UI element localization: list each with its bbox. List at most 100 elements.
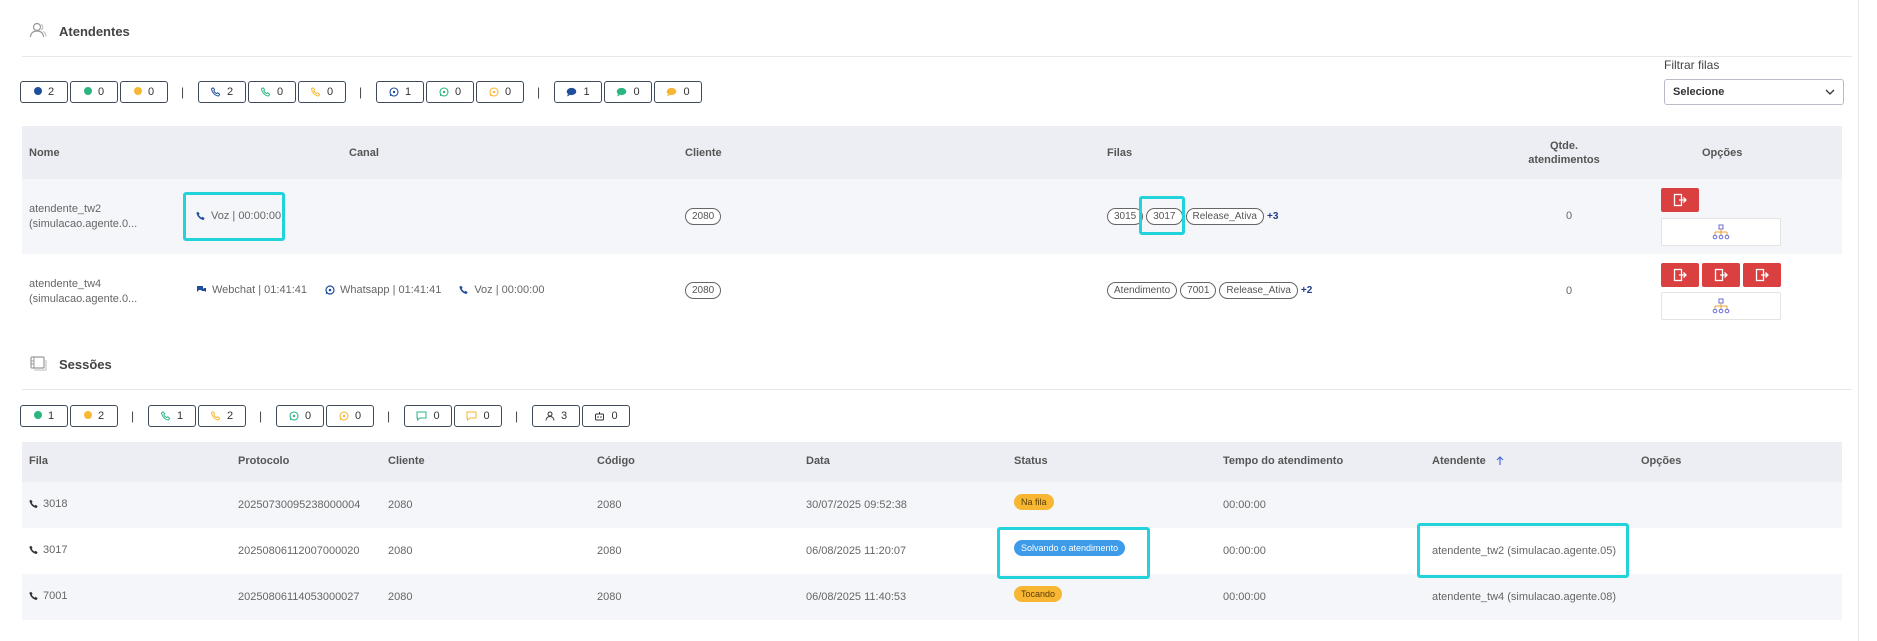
- status-chip-count: 0: [97, 86, 105, 98]
- status-chip-count: 1: [583, 86, 590, 98]
- status-chip-chat[interactable]: 0: [604, 81, 652, 103]
- queue-filter-select[interactable]: Selecione: [1664, 79, 1844, 105]
- logout-icon: [1755, 268, 1769, 282]
- status-chip-count: 3: [560, 410, 568, 422]
- status-chip-phone[interactable]: 2: [198, 81, 246, 103]
- chip-group-separator: |: [537, 85, 541, 99]
- codigo-cell: 2080: [597, 545, 622, 557]
- status-chip-robot[interactable]: 0: [582, 405, 630, 427]
- status-chip-dot[interactable]: 1: [20, 405, 68, 427]
- queue-pill: Release_Ativa: [1185, 208, 1264, 225]
- channel-whatsapp: Whatsapp | 01:41:41: [340, 284, 442, 296]
- channel-voice: Voz | 00:00:00: [474, 284, 545, 296]
- attendance-count: 0: [1566, 285, 1573, 297]
- col-atendente[interactable]: Atendente: [1432, 455, 1504, 467]
- status-chip-phone[interactable]: 0: [248, 81, 296, 103]
- attendant-name-line1: atendente_tw2: [29, 203, 102, 215]
- phone-icon: [260, 87, 271, 97]
- status-chip-count: 0: [276, 86, 284, 98]
- queue-pill: 3015: [1107, 208, 1144, 225]
- scrollbar-track[interactable]: [1858, 0, 1859, 641]
- col-codigo: Código: [597, 455, 635, 467]
- status-chip-count: 0: [354, 410, 362, 422]
- queue-cell: 7001: [29, 590, 67, 602]
- phone-icon: [310, 87, 321, 97]
- status-cell: Na fila: [1014, 494, 1054, 510]
- hierarchy-button[interactable]: [1661, 218, 1781, 246]
- col-opcoes: Opções: [1702, 147, 1743, 159]
- protocolo-cell: 20250806112007000020: [238, 545, 360, 557]
- status-chip-chat[interactable]: 0: [654, 81, 702, 103]
- queue-pill: Release_Ativa: [1219, 282, 1298, 299]
- hierarchy-button[interactable]: [1661, 292, 1781, 320]
- status-chip-message[interactable]: 0: [454, 405, 502, 427]
- queue-pill: Atendimento: [1107, 282, 1178, 299]
- status-chip-whatsapp[interactable]: 1: [376, 81, 424, 103]
- queue-name: 7001: [43, 590, 68, 602]
- status-cell: Tocando: [1014, 586, 1063, 602]
- queues-more[interactable]: +2: [1301, 285, 1312, 296]
- attendants-divider: [22, 56, 1852, 57]
- phone-icon: [210, 411, 221, 421]
- channel-list: Webchat | 01:41:41 Whatsapp | 01:41:41 V…: [196, 284, 544, 296]
- logout-button[interactable]: [1661, 188, 1699, 212]
- logout-button[interactable]: [1743, 263, 1781, 287]
- status-chip-message[interactable]: 0: [404, 405, 452, 427]
- chevron-down-icon: [1825, 89, 1835, 95]
- status-chip-phone[interactable]: 2: [198, 405, 246, 427]
- tempo-cell: 00:00:00: [1223, 545, 1266, 557]
- hierarchy-icon: [1712, 224, 1730, 240]
- col-atendente-label: Atendente: [1432, 455, 1486, 467]
- status-chip-count: 2: [47, 86, 55, 98]
- status-chip-count: 0: [611, 410, 618, 422]
- col-data: Data: [806, 455, 830, 467]
- message-icon: [466, 411, 477, 421]
- protocolo-cell: 20250730095238000004: [238, 499, 361, 511]
- status-chip-dot[interactable]: 2: [70, 405, 118, 427]
- highlight-box: [1139, 196, 1185, 235]
- person-icon: [545, 411, 555, 421]
- status-chip-whatsapp[interactable]: 0: [476, 81, 524, 103]
- status-chip-count: 1: [404, 86, 412, 98]
- status-chip-count: 0: [147, 86, 155, 98]
- attendant-name-line2: (simulacao.agente.0...: [29, 218, 138, 230]
- phone-icon: [29, 591, 39, 601]
- dot-icon: [83, 86, 92, 98]
- status-chip-whatsapp[interactable]: 0: [426, 81, 474, 103]
- logout-button[interactable]: [1661, 263, 1699, 287]
- sessions-table-header: [22, 442, 1842, 482]
- status-chip-count: 0: [483, 410, 490, 422]
- status-chip-count: 0: [633, 86, 640, 98]
- status-chip-dot[interactable]: 0: [70, 81, 118, 103]
- col-filas: Filas: [1107, 147, 1133, 159]
- attendant-name-line1: atendente_tw4: [29, 278, 102, 290]
- queues-more[interactable]: +3: [1267, 211, 1278, 222]
- status-chip-whatsapp[interactable]: 0: [326, 405, 374, 427]
- status-chip-count: 0: [454, 86, 462, 98]
- logout-button[interactable]: [1702, 263, 1740, 287]
- col-cliente: Cliente: [685, 147, 722, 159]
- status-chip-chat[interactable]: 1: [554, 81, 602, 103]
- queue-name: 3018: [43, 498, 68, 510]
- protocolo-cell: 20250806114053000027: [238, 591, 360, 603]
- status-chip-dot[interactable]: 0: [120, 81, 168, 103]
- status-chip-phone[interactable]: 1: [148, 405, 196, 427]
- status-chip-dot[interactable]: 2: [20, 81, 68, 103]
- status-chip-person[interactable]: 3: [532, 405, 580, 427]
- dot-icon: [83, 410, 92, 422]
- queue-pill: 7001: [1180, 282, 1217, 299]
- phone-icon: [29, 545, 39, 555]
- codigo-cell: 2080: [597, 591, 622, 603]
- chip-group-separator: |: [259, 409, 263, 423]
- arrow-up-icon: [1496, 456, 1504, 466]
- status-chip-count: 1: [47, 410, 55, 422]
- status-chip-whatsapp[interactable]: 0: [276, 405, 324, 427]
- status-chip-phone[interactable]: 0: [298, 81, 346, 103]
- codigo-cell: 2080: [597, 499, 622, 511]
- status-badge: Na fila: [1014, 494, 1054, 510]
- whatsapp-icon: [289, 411, 299, 421]
- whatsapp-icon: [325, 285, 335, 295]
- logout-icon: [1714, 268, 1728, 282]
- data-cell: 06/08/2025 11:20:07: [806, 545, 907, 557]
- chip-group-separator: |: [181, 85, 185, 99]
